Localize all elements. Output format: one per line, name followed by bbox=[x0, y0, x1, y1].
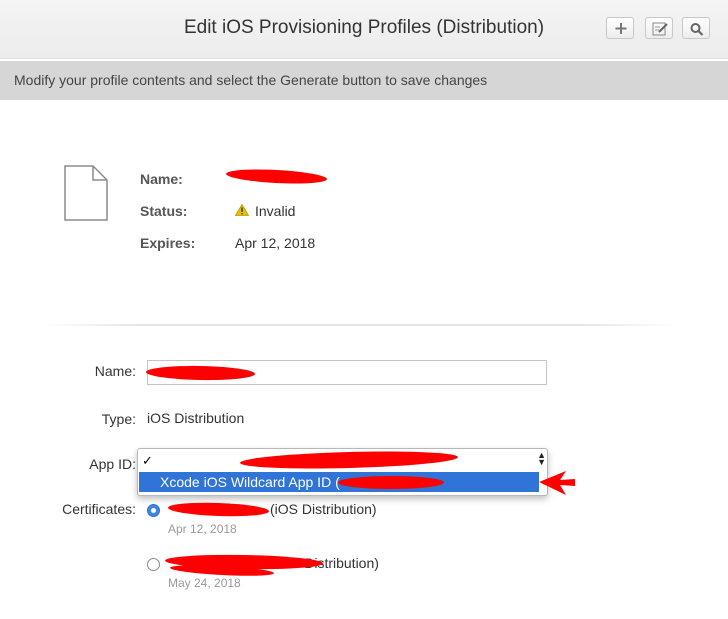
app-id-label: App ID: bbox=[89, 456, 136, 472]
search-icon bbox=[690, 23, 704, 36]
certificate-1-name: (iOS Distribution) bbox=[270, 501, 377, 517]
certificate-2-date: May 24, 2018 bbox=[168, 576, 241, 590]
form-type-value: iOS Distribution bbox=[147, 410, 245, 426]
header-bar: Edit iOS Provisioning Profiles (Distribu… bbox=[0, 0, 728, 59]
form-type-label: Type: bbox=[101, 411, 136, 427]
pencil-icon bbox=[652, 22, 668, 36]
certificate-1-date: Apr 12, 2018 bbox=[168, 522, 237, 536]
popup-arrows-icon: ▲ ▼ bbox=[537, 450, 546, 467]
redaction-mark bbox=[167, 501, 270, 518]
red-arrow-annotation bbox=[539, 471, 575, 495]
section-divider bbox=[40, 324, 680, 326]
certificates-label: Certificates: bbox=[62, 501, 136, 517]
summary-expires-label: Expires: bbox=[140, 235, 196, 251]
form-name-label: Name: bbox=[94, 363, 136, 379]
certificate-radio-1[interactable] bbox=[147, 504, 160, 517]
summary-status-label: Status: bbox=[140, 203, 188, 219]
summary-expires-value: Apr 12, 2018 bbox=[235, 235, 316, 251]
search-button[interactable] bbox=[682, 17, 710, 39]
checkmark-icon: ✓ bbox=[142, 453, 153, 468]
redaction-mark bbox=[338, 476, 444, 489]
redaction-mark bbox=[225, 167, 328, 186]
app-id-option-label: Xcode iOS Wildcard App ID ( bbox=[160, 474, 340, 490]
edit-button[interactable] bbox=[645, 17, 673, 39]
warning-icon bbox=[235, 204, 249, 216]
instruction-banner: Modify your profile contents and select … bbox=[0, 61, 728, 100]
summary-status-value: Invalid bbox=[255, 203, 296, 219]
plus-icon bbox=[615, 23, 627, 34]
instruction-text: Modify your profile contents and select … bbox=[14, 72, 488, 88]
summary-name-label: Name: bbox=[140, 171, 183, 187]
document-icon bbox=[64, 165, 108, 221]
add-button[interactable] bbox=[606, 17, 634, 39]
certificate-radio-2[interactable] bbox=[147, 558, 160, 571]
